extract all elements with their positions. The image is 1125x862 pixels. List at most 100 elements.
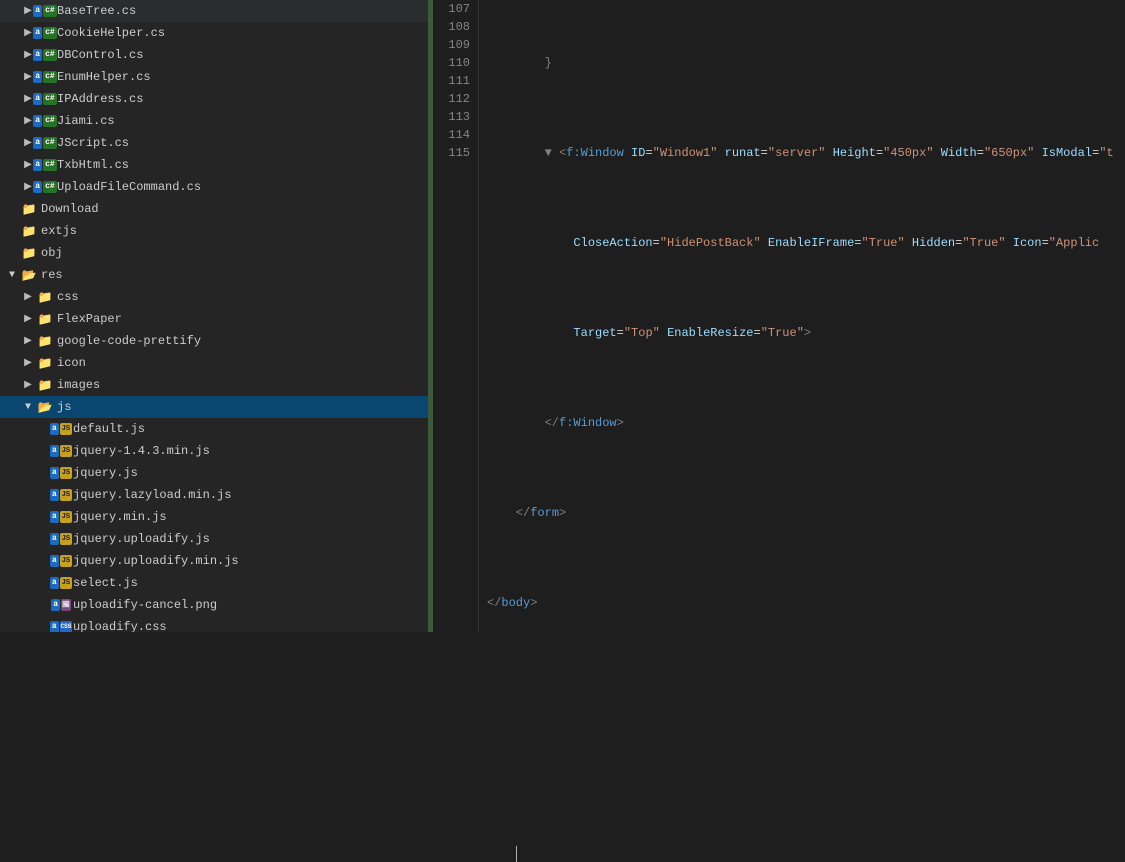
tree-item-label: css — [57, 290, 79, 304]
cs-file-icon: ac# — [36, 3, 54, 19]
tree-item-res[interactable]: ▼ 📂 res — [0, 264, 428, 286]
expand-arrow: ▶ — [20, 379, 36, 391]
tree-item-jquery143[interactable]: aJS jquery-1.4.3.min.js — [0, 440, 428, 462]
tree-item-ipaddress[interactable]: ▶ ac# IPAddress.cs — [0, 88, 428, 110]
js-file-icon: aJS — [52, 553, 70, 569]
js-file-icon: aJS — [52, 443, 70, 459]
folder-icon: 📁 — [36, 377, 54, 393]
expand-arrow: ▶ — [20, 357, 36, 369]
expand-arrow: ▼ — [4, 270, 20, 281]
code-line-112: </form> — [487, 504, 1117, 522]
file-tree: ▶ ac# BaseTree.cs ▶ ac# CookieHelper.cs … — [0, 0, 430, 632]
code-line-110: Target="Top" EnableResize="True"> — [487, 324, 1117, 342]
tree-item-basetree[interactable]: ▶ ac# BaseTree.cs — [0, 0, 428, 22]
tree-item-label: uploadify-cancel.png — [73, 598, 217, 612]
js-file-icon: aJS — [52, 487, 70, 503]
expand-arrow: ▼ — [20, 402, 36, 413]
tree-item-label: icon — [57, 356, 86, 370]
cs-file-icon: ac# — [36, 113, 54, 129]
tree-item-label: EnumHelper.cs — [57, 70, 151, 84]
css-file-icon: aCSS — [52, 619, 70, 632]
folder-icon: 📁 — [36, 311, 54, 327]
tree-item-label: default.js — [73, 422, 145, 436]
tree-item-jqueryuploadifymin[interactable]: aJS jquery.uploadify.min.js — [0, 550, 428, 572]
code-line-109: CloseAction="HidePostBack" EnableIFrame=… — [487, 234, 1117, 252]
tree-item-jquerymin[interactable]: aJS jquery.min.js — [0, 506, 428, 528]
tree-item-icon[interactable]: ▶ 📁 icon — [0, 352, 428, 374]
code-line-108: ▼ <f:Window ID="Window1" runat="server" … — [487, 144, 1117, 162]
tree-item-label: Download — [41, 202, 99, 216]
tree-item-flexpaper[interactable]: ▶ 📁 FlexPaper — [0, 308, 428, 330]
code-editor: 107 108 109 110 111 112 113 114 115 } ▼ … — [433, 0, 1125, 632]
js-file-icon: aJS — [52, 465, 70, 481]
tree-item-label: jquery-1.4.3.min.js — [73, 444, 210, 458]
folder-icon: 📁 — [36, 355, 54, 371]
folder-open-icon: 📂 — [20, 267, 38, 283]
tree-item-uploadifycancel[interactable]: a🖼 uploadify-cancel.png — [0, 594, 428, 616]
js-file-icon: aJS — [52, 421, 70, 437]
tree-item-label: jquery.js — [73, 466, 138, 480]
tree-item-uploadifycss[interactable]: aCSS uploadify.css — [0, 616, 428, 632]
js-file-icon: aJS — [52, 531, 70, 547]
tree-item-selectjs[interactable]: aJS select.js — [0, 572, 428, 594]
tree-item-label: jquery.uploadify.min.js — [73, 554, 239, 568]
tree-item-txbhtml[interactable]: ▶ ac# TxbHtml.cs — [0, 154, 428, 176]
cs-file-icon: ac# — [36, 135, 54, 151]
folder-icon: 📁 — [20, 201, 38, 217]
tree-item-label: js — [57, 400, 71, 414]
tree-item-label: jquery.lazyload.min.js — [73, 488, 231, 502]
tree-item-dbcontrol[interactable]: ▶ ac# DBControl.cs — [0, 44, 428, 66]
tree-item-extjs[interactable]: 📁 extjs — [0, 220, 428, 242]
tree-item-label: images — [57, 378, 100, 392]
js-file-icon: aJS — [52, 575, 70, 591]
tree-item-uploadfilecommand[interactable]: ▶ ac# UploadFileCommand.cs — [0, 176, 428, 198]
tree-item-download[interactable]: 📁 Download — [0, 198, 428, 220]
tree-item-label: BaseTree.cs — [57, 4, 136, 18]
code-line-107: } — [487, 54, 1117, 72]
tree-item-label: res — [41, 268, 63, 282]
tree-item-label: FlexPaper — [57, 312, 122, 326]
tree-item-googlecodeprettify[interactable]: ▶ 📁 google-code-prettify — [0, 330, 428, 352]
tree-item-css[interactable]: ▶ 📁 css — [0, 286, 428, 308]
img-file-icon: a🖼 — [52, 597, 70, 613]
expand-arrow: ▶ — [20, 291, 36, 303]
tree-item-js[interactable]: ▼ 📂 js — [0, 396, 428, 418]
tree-item-cookiehelper[interactable]: ▶ ac# CookieHelper.cs — [0, 22, 428, 44]
cs-file-icon: ac# — [36, 157, 54, 173]
tree-item-jiami[interactable]: ▶ ac# Jiami.cs — [0, 110, 428, 132]
tree-item-jqueryjs[interactable]: aJS jquery.js — [0, 462, 428, 484]
tree-item-label: UploadFileCommand.cs — [57, 180, 201, 194]
tree-item-jscript[interactable]: ▶ ac# JScript.cs — [0, 132, 428, 154]
tree-item-label: google-code-prettify — [57, 334, 201, 348]
tree-item-label: IPAddress.cs — [57, 92, 143, 106]
folder-open-icon: 📂 — [36, 399, 54, 415]
tree-item-label: TxbHtml.cs — [57, 158, 129, 172]
tree-item-label: obj — [41, 246, 63, 260]
folder-icon: 📁 — [36, 289, 54, 305]
folder-icon: 📁 — [20, 223, 38, 239]
code-line-113: </body> — [487, 594, 1117, 612]
cs-file-icon: ac# — [36, 25, 54, 41]
tree-item-label: CookieHelper.cs — [57, 26, 165, 40]
tree-item-jquerylazyload[interactable]: aJS jquery.lazyload.min.js — [0, 484, 428, 506]
expand-arrow: ▶ — [20, 335, 36, 347]
cs-file-icon: ac# — [36, 69, 54, 85]
tree-item-label: DBControl.cs — [57, 48, 143, 62]
tree-item-label: uploadify.css — [73, 620, 167, 632]
cs-file-icon: ac# — [36, 47, 54, 63]
tree-item-images[interactable]: ▶ 📁 images — [0, 374, 428, 396]
tree-item-label: jquery.min.js — [73, 510, 167, 524]
code-area[interactable]: } ▼ <f:Window ID="Window1" runat="server… — [479, 0, 1125, 632]
cs-file-icon: ac# — [36, 179, 54, 195]
tree-item-label: Jiami.cs — [57, 114, 115, 128]
tree-item-label: jquery.uploadify.js — [73, 532, 210, 546]
tree-item-label: extjs — [41, 224, 77, 238]
tree-item-jqueryuploadify[interactable]: aJS jquery.uploadify.js — [0, 528, 428, 550]
folder-icon: 📁 — [36, 333, 54, 349]
tree-item-obj[interactable]: 📁 obj — [0, 242, 428, 264]
js-file-icon: aJS — [52, 509, 70, 525]
expand-arrow: ▶ — [20, 313, 36, 325]
tree-item-enumhelper[interactable]: ▶ ac# EnumHelper.cs — [0, 66, 428, 88]
cs-file-icon: ac# — [36, 91, 54, 107]
tree-item-defaultjs[interactable]: aJS default.js — [0, 418, 428, 440]
